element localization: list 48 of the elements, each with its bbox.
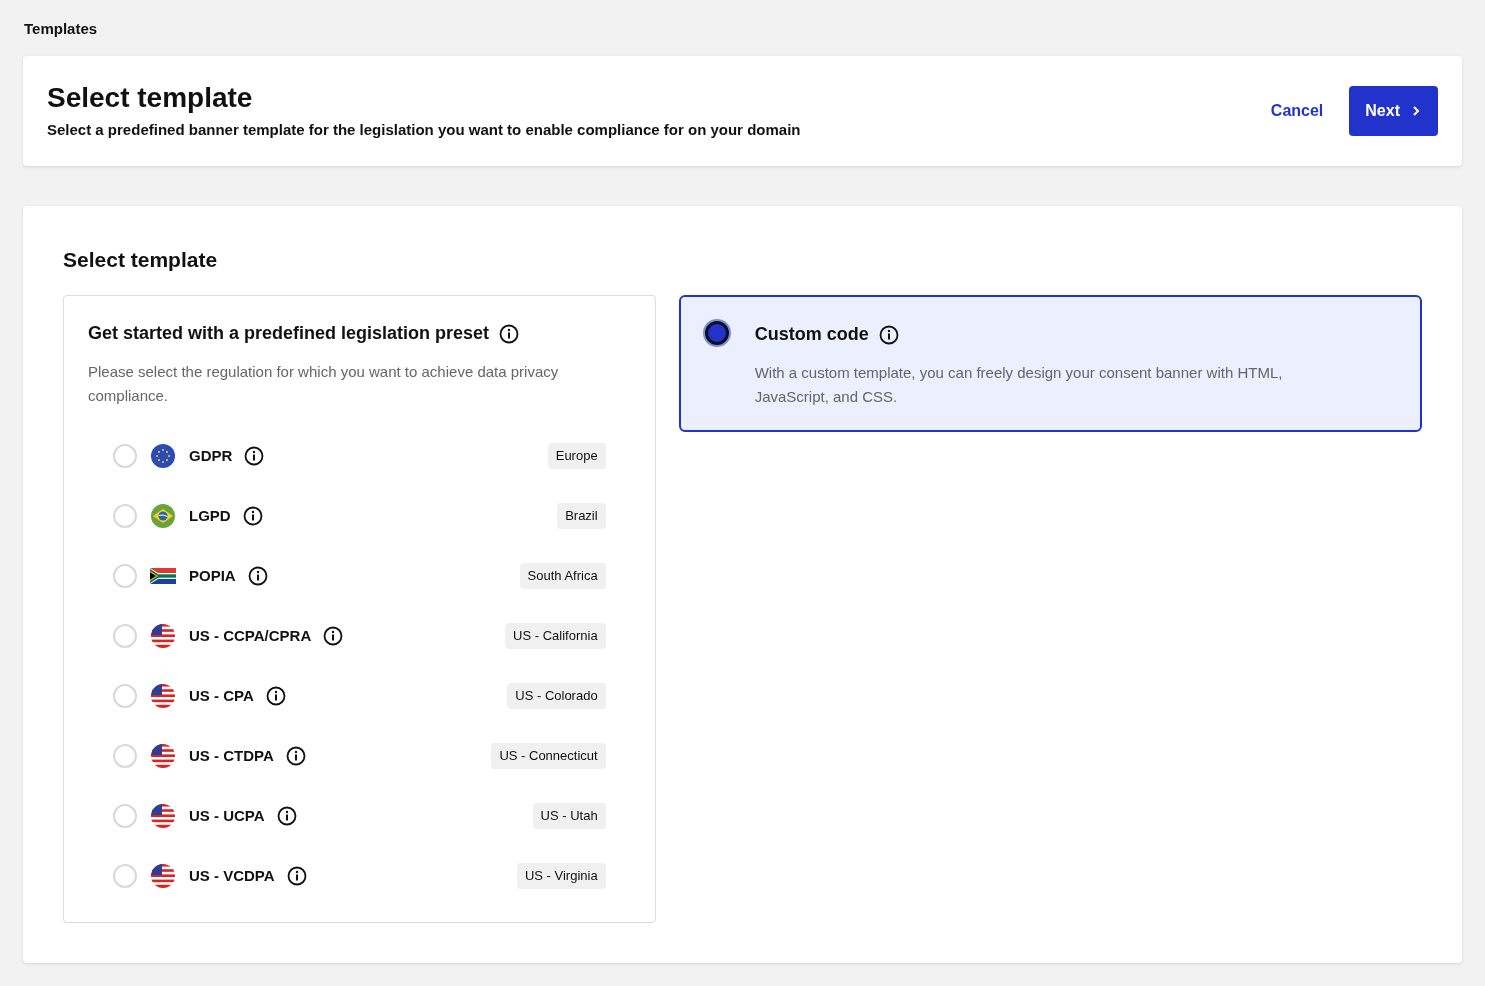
- us-flag-icon: [151, 744, 175, 768]
- us-flag-icon: [151, 684, 175, 708]
- info-icon[interactable]: [244, 446, 265, 466]
- region-tag: US - California: [505, 623, 606, 649]
- custom-code-title: Custom code: [754, 323, 869, 346]
- regulation-label[interactable]: US - CCPA/CPRA: [189, 624, 312, 648]
- region-tag: US - Utah: [532, 803, 606, 829]
- region-tag: Europe: [547, 443, 606, 469]
- us-flag-icon: [151, 624, 175, 648]
- breadcrumb: Templates: [24, 19, 99, 38]
- info-icon[interactable]: [247, 566, 268, 586]
- region-tag: US - Colorado: [507, 683, 606, 709]
- region-tag: US - Virginia: [516, 863, 606, 889]
- regulation-label[interactable]: US - VCDPA: [189, 864, 275, 888]
- regulation-label[interactable]: LGPD: [189, 504, 231, 528]
- custom-code-card[interactable]: Custom code With a custom template, you can freely design your consent banner with HTML, JavaScript, and CSS.: [678, 295, 1422, 432]
- info-icon[interactable]: [878, 324, 899, 345]
- info-icon[interactable]: [242, 506, 263, 526]
- info-icon[interactable]: [276, 806, 297, 826]
- us-flag-icon: [151, 864, 175, 888]
- regulation-label[interactable]: US - UCPA: [189, 804, 265, 828]
- regulation-label[interactable]: GDPR: [189, 444, 233, 468]
- chevron-right-icon: [1410, 105, 1422, 117]
- page-title: Select template: [47, 80, 254, 115]
- radio-button[interactable]: [704, 321, 729, 345]
- eu-flag-icon: [151, 444, 175, 468]
- cancel-button[interactable]: Cancel: [1268, 99, 1326, 123]
- info-icon[interactable]: [323, 626, 344, 646]
- page-subtitle: Select a predefined banner template for the legislation you want to enable compliance for on your domain: [47, 119, 801, 140]
- section-title: Select template: [63, 247, 219, 272]
- preset-description: Please select the regulation for which you want to achieve data privacy compliance.: [88, 362, 560, 406]
- regulation-label[interactable]: POPIA: [189, 564, 236, 588]
- info-icon[interactable]: [499, 323, 520, 344]
- regulation-label[interactable]: US - CPA: [189, 684, 254, 708]
- preset-title: Get started with a predefined legislation preset: [88, 322, 490, 345]
- region-tag: South Africa: [519, 563, 606, 589]
- info-icon[interactable]: [285, 746, 306, 766]
- custom-code-description: With a custom template, you can freely design your consent banner with HTML, JavaScript, and CSS.: [754, 363, 1284, 407]
- info-icon[interactable]: [265, 686, 286, 706]
- next-button[interactable]: Next: [1349, 86, 1438, 136]
- south-africa-flag-icon: [150, 568, 176, 584]
- region-tag: US - Connecticut: [491, 743, 606, 769]
- regulation-label[interactable]: US - CTDPA: [189, 744, 274, 768]
- us-flag-icon: [151, 804, 175, 828]
- brazil-flag-icon: [151, 504, 175, 528]
- region-tag: Brazil: [557, 503, 606, 529]
- preset-panel[interactable]: [63, 295, 656, 923]
- info-icon[interactable]: [286, 866, 307, 886]
